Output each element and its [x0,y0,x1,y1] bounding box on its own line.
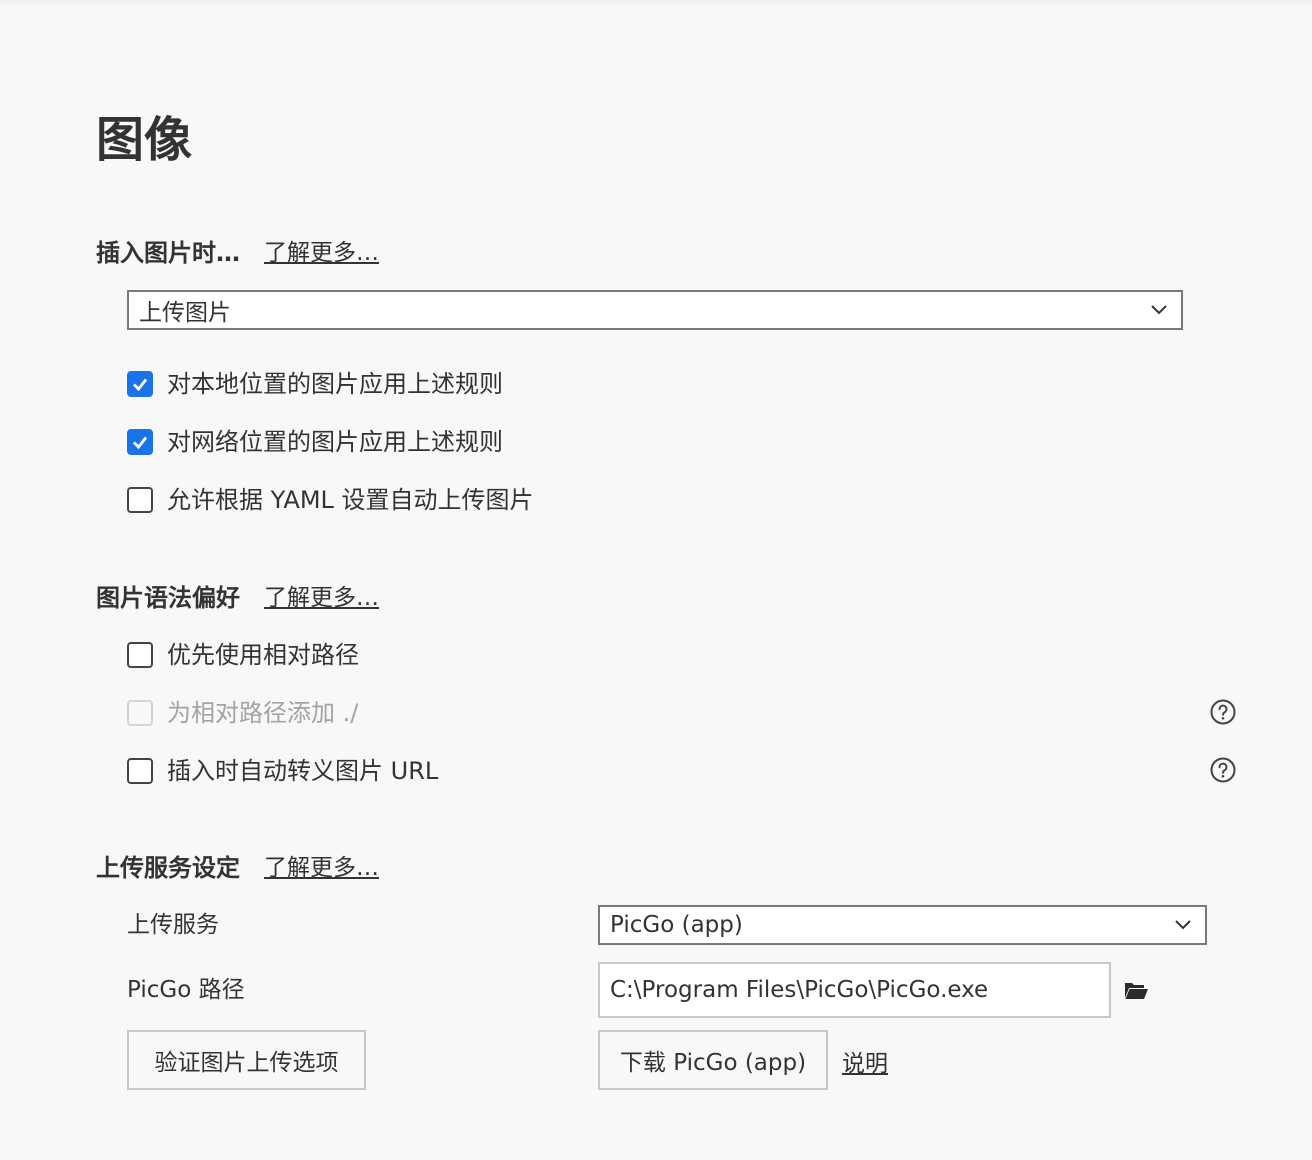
checkbox-checked-icon[interactable] [127,429,153,455]
window-top-shade [0,0,1312,6]
insert-image-action-select[interactable]: 上传图片 [127,290,1183,330]
page-title: 图像 [96,112,193,168]
syntax-pref-section-title: 图片语法偏好 [96,584,240,612]
upload-service-select[interactable]: PicGo (app) [598,905,1207,945]
checkbox-disabled-icon [127,700,153,726]
chevron-down-icon [1151,305,1167,315]
chevron-down-icon [1175,920,1191,930]
checkbox-escape-image-url-label: 插入时自动转义图片 URL [167,757,439,785]
upload-service-learn-more-link[interactable]: 了解更多… [264,852,379,884]
download-picgo-button[interactable]: 下载 PicGo (app) [598,1030,828,1090]
insert-image-action-value: 上传图片 [139,300,231,326]
upload-service-value: PicGo (app) [610,912,743,938]
upload-service-section-title: 上传服务设定 [96,854,240,882]
checkbox-yaml-auto-upload-label: 允许根据 YAML 设置自动上传图片 [167,486,534,514]
checkbox-prefer-relative-path[interactable]: 优先使用相对路径 [127,635,359,675]
checkbox-unchecked-icon[interactable] [127,758,153,784]
checkbox-escape-image-url[interactable]: 插入时自动转义图片 URL [127,751,438,791]
picgo-path-label: PicGo 路径 [127,977,245,1003]
upload-service-label: 上传服务 [127,912,219,938]
checkbox-prefer-relative-path-label: 优先使用相对路径 [167,641,359,669]
checkbox-unchecked-icon[interactable] [127,642,153,668]
checkbox-add-dot-slash: 为相对路径添加 ./ [127,693,358,733]
insert-image-section-header: 插入图片时… 了解更多… [96,237,379,269]
upload-service-section-header: 上传服务设定 了解更多… [96,852,379,884]
picgo-path-input[interactable]: C:\Program Files\PicGo\PicGo.exe [598,962,1111,1018]
checkbox-apply-local-label: 对本地位置的图片应用上述规则 [167,370,503,398]
question-circle-icon[interactable] [1210,699,1236,725]
checkbox-unchecked-icon[interactable] [127,487,153,513]
checkbox-yaml-auto-upload[interactable]: 允许根据 YAML 设置自动上传图片 [127,480,534,520]
checkbox-apply-network[interactable]: 对网络位置的图片应用上述规则 [127,422,503,462]
verify-upload-options-button[interactable]: 验证图片上传选项 [127,1030,366,1090]
checkbox-add-dot-slash-label: 为相对路径添加 ./ [167,699,359,727]
picgo-help-link[interactable]: 说明 [842,1044,888,1078]
syntax-pref-learn-more-link[interactable]: 了解更多… [264,582,379,614]
insert-image-section-title: 插入图片时… [96,239,240,267]
checkbox-apply-local[interactable]: 对本地位置的图片应用上述规则 [127,364,503,404]
picgo-path-value: C:\Program Files\PicGo\PicGo.exe [610,977,989,1003]
insert-image-learn-more-link[interactable]: 了解更多… [264,237,379,269]
checkbox-checked-icon[interactable] [127,371,153,397]
checkbox-apply-network-label: 对网络位置的图片应用上述规则 [167,428,503,456]
syntax-pref-section-header: 图片语法偏好 了解更多… [96,582,379,614]
question-circle-icon[interactable] [1210,757,1236,783]
folder-open-icon[interactable] [1124,980,1149,1000]
